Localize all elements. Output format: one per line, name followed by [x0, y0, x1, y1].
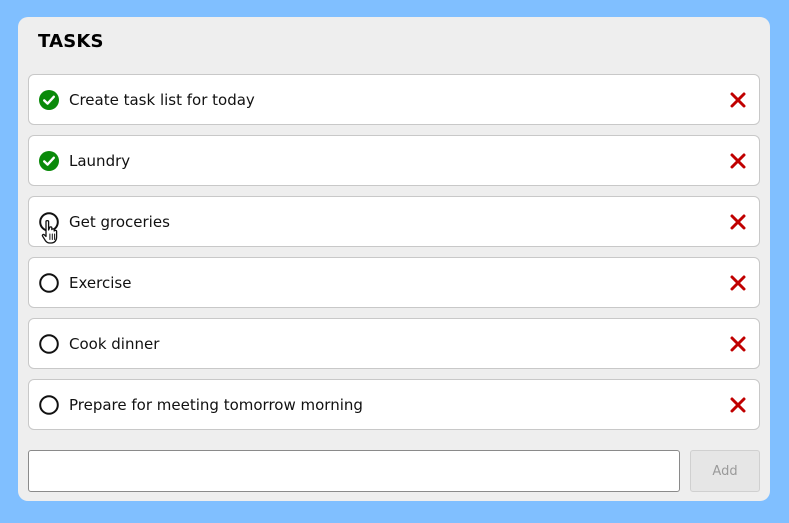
close-icon[interactable] — [729, 396, 747, 414]
close-icon[interactable] — [729, 91, 747, 109]
task-item: Prepare for meeting tomorrow morning — [28, 379, 760, 430]
tasks-panel: TASKS Create task list for today Laundry… — [18, 17, 770, 501]
task-label: Prepare for meeting tomorrow morning — [69, 396, 363, 414]
check-circle-icon[interactable] — [39, 90, 59, 110]
page-title: TASKS — [38, 31, 104, 52]
task-item: Create task list for today — [28, 74, 760, 125]
task-list: Create task list for today Laundry Get g… — [28, 74, 760, 440]
empty-circle-icon[interactable] — [39, 273, 59, 293]
close-icon[interactable] — [729, 335, 747, 353]
task-label: Create task list for today — [69, 91, 255, 109]
task-item: Exercise — [28, 257, 760, 308]
task-item: Cook dinner — [28, 318, 760, 369]
close-icon[interactable] — [729, 152, 747, 170]
check-circle-icon[interactable] — [39, 151, 59, 171]
task-label: Cook dinner — [69, 335, 160, 353]
task-label: Laundry — [69, 152, 131, 170]
close-icon[interactable] — [729, 274, 747, 292]
task-label: Exercise — [69, 274, 132, 292]
empty-circle-icon[interactable] — [39, 334, 59, 354]
close-icon[interactable] — [729, 213, 747, 231]
task-item: Get groceries — [28, 196, 760, 247]
task-label: Get groceries — [69, 213, 170, 231]
new-task-input[interactable] — [28, 450, 680, 492]
add-button[interactable]: Add — [690, 450, 760, 492]
task-item: Laundry — [28, 135, 760, 186]
empty-circle-icon[interactable] — [39, 395, 59, 415]
empty-circle-icon[interactable] — [39, 212, 59, 232]
